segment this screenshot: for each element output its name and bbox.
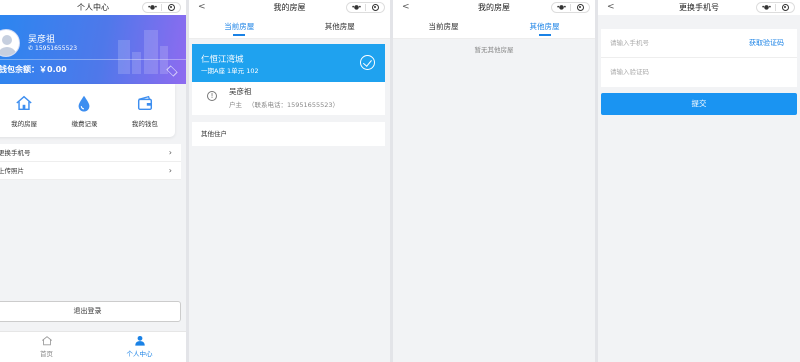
page-title: 我的房屋 bbox=[478, 3, 510, 12]
phone-row: 获取验证码 bbox=[601, 29, 797, 58]
owner-card: ! 吴彦祖 户主 （联系电话：15951655523） bbox=[192, 82, 385, 115]
bottom-tab-bar: 首页 个人中心 bbox=[0, 331, 186, 362]
change-phone-form: 获取验证码 bbox=[601, 29, 797, 87]
mini-program-capsule: •●• bbox=[551, 2, 590, 13]
menu-item-label: 上传照片 bbox=[0, 167, 24, 175]
back-icon[interactable]: < bbox=[198, 0, 206, 15]
nav-bar: < 我的房屋 •●• bbox=[393, 0, 595, 15]
code-row bbox=[601, 58, 797, 87]
house-tabs: 当前房屋 其他房屋 bbox=[393, 15, 595, 39]
page-title: 个人中心 bbox=[77, 3, 109, 12]
other-house-screen: < 我的房屋 •●• 当前房屋 其他房屋 暂无其他房屋 bbox=[393, 0, 595, 362]
house-tabs: 当前房屋 其他房屋 bbox=[189, 15, 390, 39]
house-unit: 一期A座 1单元 102 bbox=[201, 67, 259, 75]
owner-name: 吴彦祖 bbox=[229, 87, 252, 96]
my-house-screen: < 我的房屋 •●• 当前房屋 其他房屋 仁恒江湾城 一期A座 1单元 102 … bbox=[189, 0, 390, 362]
back-icon[interactable]: < bbox=[607, 0, 615, 15]
mini-program-capsule: •●• bbox=[756, 2, 795, 13]
tab-label: 首页 bbox=[40, 350, 53, 358]
close-miniprogram-icon[interactable] bbox=[366, 4, 384, 11]
profile-header: 吴彦祖 ✆ 15951655523 钱包余额：￥0.00 bbox=[0, 15, 186, 84]
nav-bar: < 我的房屋 •●• bbox=[189, 0, 390, 15]
house-card[interactable]: 仁恒江湾城 一期A座 1单元 102 bbox=[192, 44, 385, 82]
user-phone-row: ✆ 15951655523 bbox=[28, 45, 77, 52]
page-title: 更换手机号 bbox=[679, 3, 719, 12]
back-icon[interactable]: < bbox=[402, 0, 410, 15]
mini-program-capsule: •●• bbox=[142, 2, 181, 13]
info-icon: ! bbox=[207, 91, 217, 101]
page-title: 我的房屋 bbox=[273, 3, 306, 12]
get-code-button[interactable]: 获取验证码 bbox=[749, 38, 784, 48]
tab-other-houses[interactable]: 其他房屋 bbox=[290, 15, 391, 38]
profile-screen: 个人中心 •●• 吴彦祖 ✆ 15951655523 钱包余额：￥0.00 我的… bbox=[0, 0, 186, 362]
quick-actions: 我的房屋 缴费记录 我的钱包 bbox=[0, 84, 175, 137]
close-miniprogram-icon[interactable] bbox=[571, 4, 589, 11]
wallet-icon bbox=[137, 95, 152, 111]
more-icon[interactable]: •●• bbox=[143, 3, 161, 12]
quick-action-my-house[interactable]: 我的房屋 bbox=[0, 84, 54, 137]
owner-contact: （联系电话：15951655523） bbox=[248, 101, 339, 109]
chevron-right-icon: › bbox=[168, 148, 172, 157]
building-decoration bbox=[132, 52, 141, 74]
close-miniprogram-icon[interactable] bbox=[162, 4, 180, 11]
house-icon bbox=[16, 95, 32, 111]
person-icon bbox=[134, 335, 145, 346]
avatar[interactable] bbox=[0, 29, 20, 57]
phone-icon: ✆ bbox=[28, 45, 34, 52]
tab-current-house[interactable]: 当前房屋 bbox=[189, 15, 290, 38]
house-name: 仁恒江湾城 bbox=[201, 55, 244, 65]
profile-menu: 更换手机号 › 上传照片 › bbox=[0, 144, 181, 180]
menu-item-change-phone[interactable]: 更换手机号 › bbox=[0, 144, 181, 162]
submit-button[interactable]: 提交 bbox=[601, 93, 797, 115]
stage: 个人中心 •●• 吴彦祖 ✆ 15951655523 钱包余额：￥0.00 我的… bbox=[0, 0, 800, 362]
empty-state-text: 暂无其他房屋 bbox=[474, 46, 514, 54]
building-decoration bbox=[144, 30, 158, 74]
close-miniprogram-icon[interactable] bbox=[776, 4, 794, 11]
quick-action-label: 我的房屋 bbox=[11, 120, 38, 128]
menu-item-label: 更换手机号 bbox=[0, 149, 31, 157]
tab-current-house[interactable]: 当前房屋 bbox=[393, 15, 494, 38]
chevron-right-icon: › bbox=[168, 166, 172, 175]
tab-home[interactable]: 首页 bbox=[0, 332, 93, 362]
check-circle-icon bbox=[360, 55, 375, 70]
tab-label: 个人中心 bbox=[126, 350, 153, 358]
more-icon[interactable]: •●• bbox=[552, 3, 570, 12]
mini-program-capsule: •●• bbox=[346, 2, 385, 13]
menu-item-upload-photo[interactable]: 上传照片 › bbox=[0, 162, 181, 180]
wallet-balance: 钱包余额：￥0.00 bbox=[0, 65, 67, 74]
phone-input[interactable] bbox=[610, 37, 730, 49]
home-icon bbox=[41, 336, 52, 346]
water-drop-icon bbox=[79, 95, 90, 112]
other-residents-row[interactable]: 其他住户 bbox=[192, 122, 385, 146]
logout-button[interactable]: 退出登录 bbox=[0, 301, 181, 322]
more-icon[interactable]: •●• bbox=[757, 3, 775, 12]
quick-action-payment-records[interactable]: 缴费记录 bbox=[54, 84, 114, 137]
tab-other-houses[interactable]: 其他房屋 bbox=[494, 15, 595, 38]
user-name: 吴彦祖 bbox=[28, 35, 56, 45]
more-icon[interactable]: •●• bbox=[347, 3, 365, 12]
owner-role: 户主 bbox=[229, 101, 242, 109]
quick-action-my-wallet[interactable]: 我的钱包 bbox=[115, 84, 175, 137]
owner-detail: 户主 （联系电话：15951655523） bbox=[229, 99, 339, 109]
building-decoration bbox=[118, 40, 130, 74]
header-divider bbox=[0, 59, 186, 60]
diamond-icon bbox=[166, 65, 178, 77]
nav-bar: 个人中心 •●• bbox=[0, 0, 186, 15]
change-phone-screen: < 更换手机号 •●• 获取验证码 提交 bbox=[598, 0, 800, 362]
user-phone: 15951655523 bbox=[35, 45, 78, 52]
quick-action-label: 我的钱包 bbox=[131, 120, 158, 128]
quick-action-label: 缴费记录 bbox=[71, 120, 98, 128]
tab-profile[interactable]: 个人中心 bbox=[93, 332, 186, 362]
nav-bar: < 更换手机号 •●• bbox=[598, 0, 800, 15]
verification-code-input[interactable] bbox=[610, 66, 730, 78]
